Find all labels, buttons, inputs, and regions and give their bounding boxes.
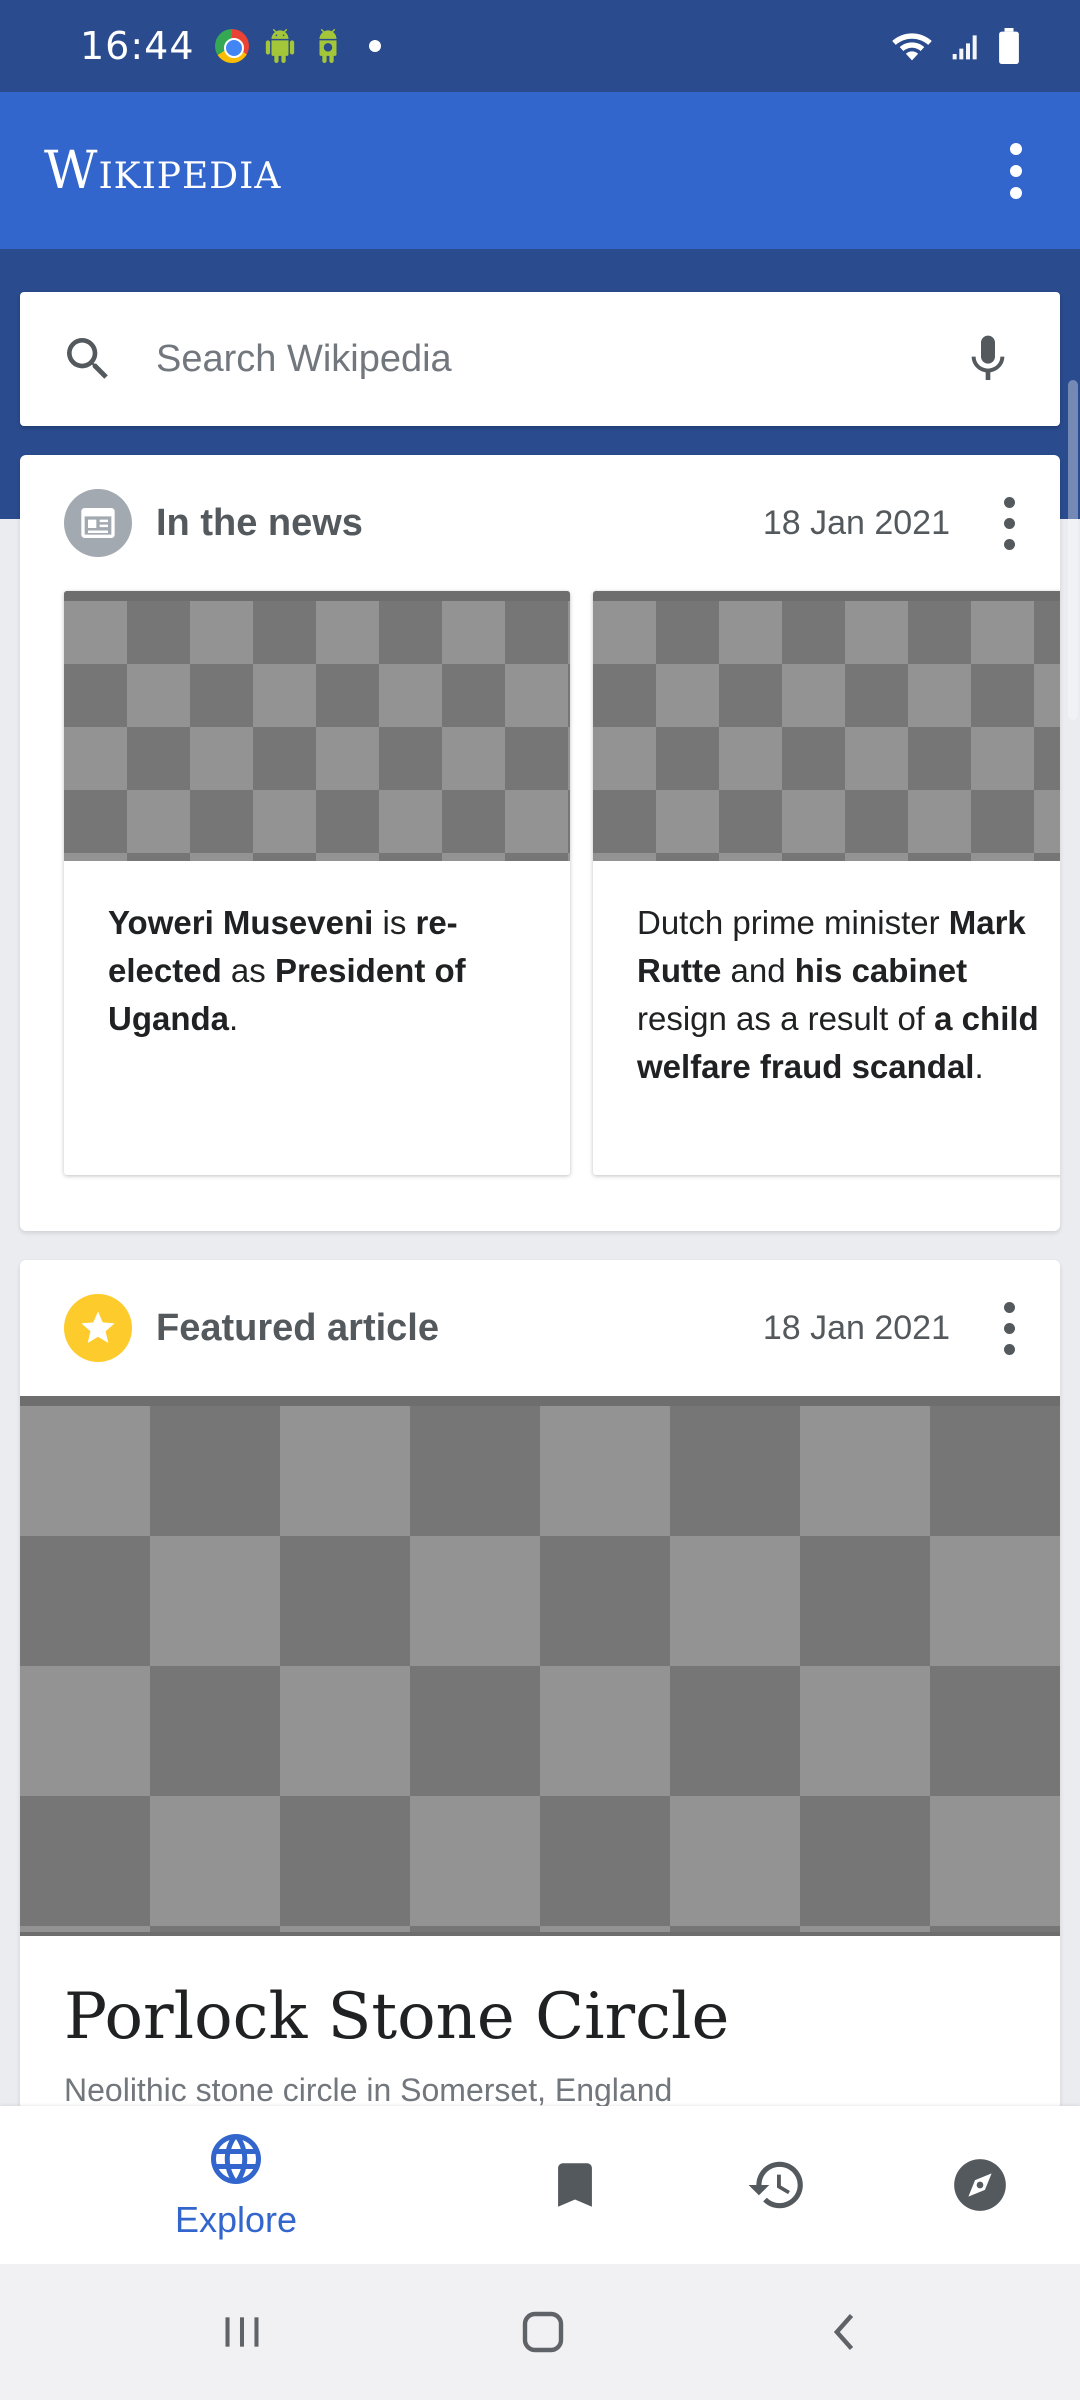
overflow-dot-icon <box>1003 496 1015 508</box>
overflow-menu-button[interactable] <box>992 131 1040 211</box>
cell-signal-icon <box>952 35 977 60</box>
home-button[interactable] <box>483 2264 603 2400</box>
nav-explore-label: Explore <box>174 2199 298 2240</box>
bottom-navigation: Explore <box>0 2106 1080 2264</box>
scrollbar[interactable] <box>1068 380 1078 720</box>
overflow-dot-icon <box>1010 186 1022 199</box>
card-title: In the news <box>156 501 363 544</box>
overflow-dot-icon <box>1003 538 1015 550</box>
app-bar: Wikipedia <box>0 92 1080 249</box>
nav-nearby[interactable] <box>925 2106 1035 2264</box>
history-icon <box>748 2161 803 2209</box>
wifi-icon <box>892 33 932 61</box>
explore-globe-icon <box>211 2134 261 2184</box>
chrome-notification-icon <box>214 29 249 63</box>
star-icon <box>64 1294 132 1362</box>
microphone-icon[interactable] <box>960 327 1016 391</box>
featured-article-card[interactable]: Featured article 18 Jan 2021 Porlock Sto… <box>20 1260 1060 2110</box>
status-time: 16:44 <box>80 24 195 68</box>
featured-image-placeholder <box>20 1396 1060 1936</box>
saved-bookmark-icon <box>558 2163 592 2207</box>
card-title: Featured article <box>156 1306 439 1349</box>
android-debug-notification-icon <box>319 29 337 63</box>
search-icon <box>67 338 108 379</box>
overflow-dot-icon <box>1003 1322 1015 1334</box>
search-input[interactable]: Search Wikipedia <box>156 338 960 381</box>
recent-apps-button[interactable] <box>182 2264 302 2400</box>
system-navigation-bar <box>0 2264 1080 2400</box>
in-the-news-card: In the news 18 Jan 2021 Yoweri Museveni … <box>20 455 1060 1231</box>
card-date: 18 Jan 2021 <box>762 503 950 542</box>
news-summary: Yoweri Museveni is re-elected as Preside… <box>108 904 466 1037</box>
news-image-placeholder <box>593 591 1060 861</box>
nearby-compass-icon <box>954 2159 1006 2211</box>
featured-article-description: Neolithic stone circle in Somerset, Engl… <box>64 2072 673 2108</box>
nav-explore[interactable]: Explore <box>136 2106 336 2264</box>
card-overflow-button[interactable] <box>994 493 1024 553</box>
news-item[interactable]: Dutch prime minister Mark Rutte and his … <box>593 591 1060 1175</box>
system-status-icons <box>890 28 1020 64</box>
news-summary: Dutch prime minister Mark Rutte and his … <box>637 904 1039 1085</box>
wikipedia-wordmark: Wikipedia <box>44 140 282 201</box>
overflow-dot-icon <box>1010 164 1022 177</box>
news-image-placeholder <box>64 591 570 861</box>
overflow-dot-icon <box>1010 142 1022 155</box>
status-bar: 16:44 <box>0 0 1080 92</box>
card-header: Featured article 18 Jan 2021 <box>20 1260 1060 1396</box>
card-overflow-button[interactable] <box>994 1298 1024 1358</box>
android-notification-icon <box>265 29 294 63</box>
newspaper-icon <box>64 489 132 557</box>
news-item[interactable]: Yoweri Museveni is re-elected as Preside… <box>64 591 570 1175</box>
overflow-dot-icon <box>1003 517 1015 529</box>
overflow-dot-icon <box>1003 1301 1015 1313</box>
search-bar[interactable]: Search Wikipedia <box>20 292 1060 426</box>
featured-article-title: Porlock Stone Circle <box>64 1980 730 2054</box>
recent-apps-icon <box>225 2317 259 2347</box>
more-notifications-dot-icon <box>368 40 381 52</box>
back-button[interactable] <box>786 2264 906 2400</box>
card-header: In the news 18 Jan 2021 <box>20 455 1060 591</box>
back-chevron-icon <box>833 2314 854 2350</box>
overflow-dot-icon <box>1003 1343 1015 1355</box>
home-icon <box>522 2311 564 2353</box>
nav-saved[interactable] <box>520 2106 630 2264</box>
nav-history[interactable] <box>722 2106 832 2264</box>
card-date: 18 Jan 2021 <box>762 1308 950 1347</box>
notification-icons <box>214 29 381 63</box>
battery-icon <box>999 28 1019 64</box>
